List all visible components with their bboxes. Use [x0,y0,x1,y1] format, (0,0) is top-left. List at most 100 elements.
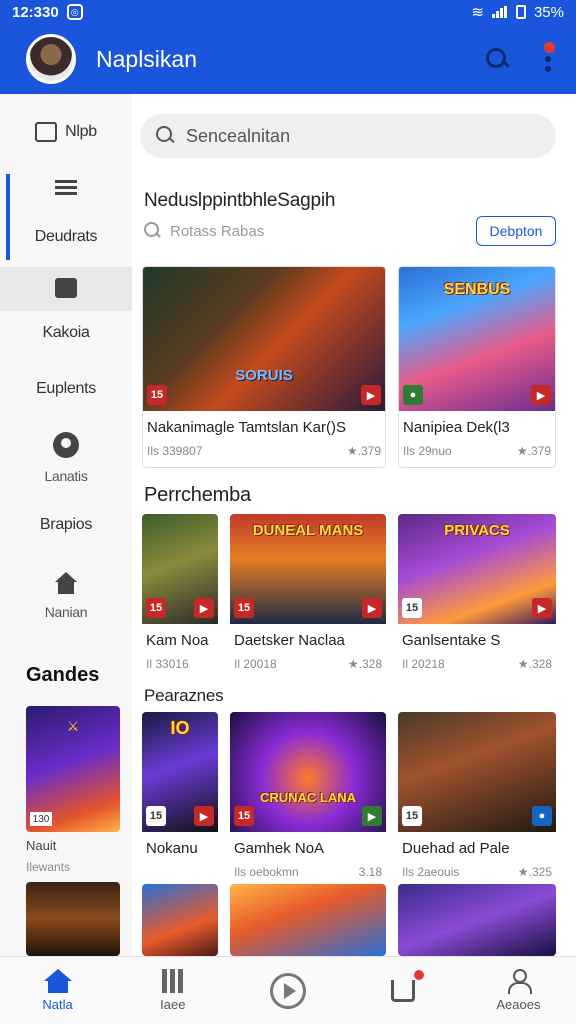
list-icon [55,180,77,198]
sidebar-game-name: Nauit [26,838,57,853]
rating-badge-icon: 15 [234,598,254,618]
app-bar: Naplsikan [0,24,576,94]
game-art: PRIVACS 15 ▶ [398,514,556,624]
platform-badge-icon: ▶ [362,598,382,618]
game-card[interactable]: 15 ▶ Kam Noa Il 33016 [142,514,218,682]
wifi-icon: ≋ [471,4,484,21]
game-downloads: Ils 29nuo [403,444,452,458]
nav-label: Aeaoes [496,997,541,1012]
featured-card[interactable]: SENBUS ● ▶ Nanipiea Dek(l3 Ils 29nuo ★.3… [398,266,556,468]
featured-subsearch[interactable]: Rotass Rabas [144,222,264,240]
platform-badge-icon: ▶ [194,598,214,618]
sidebar-item-lanatis[interactable]: Lanatis [0,432,132,484]
platform-badge-icon: ● [532,806,552,826]
game-meta: Ils 2aeouis ★.325 [402,865,552,879]
detail-button[interactable]: Debpton [476,216,556,246]
notification-dot-icon [544,42,555,53]
game-card[interactable]: 15 ● Duehad ad Pale Ils 2aeouis ★.325 [398,712,556,890]
game-card[interactable]: DUNEAL MANS 15 ▶ Daetsker Naclaa Il 2001… [230,514,386,682]
game-name: Duehad ad Pale [402,840,510,857]
account-icon [506,969,533,994]
game-card[interactable]: IO 15 ▶ Nokanu [142,712,218,880]
game-card[interactable]: PRIVACS 15 ▶ Ganlsentake S Il 20218 ★.32… [398,514,556,682]
sidebar-item-label: Euplents [36,380,96,397]
game-art: SORUIS 15 ▶ [143,267,385,411]
search-icon[interactable] [484,46,510,72]
platform-badge-icon: ▶ [532,598,552,618]
sidebar-item-label: Brapios [39,516,93,533]
game-art-title: ⚔ [66,718,80,734]
game-art-title: DUNEAL MANS [252,522,364,539]
game-rating: ★.379 [516,444,551,458]
game-meta: Ils 339807 ★.379 [147,444,381,458]
sidebar-item-nanian[interactable]: Nanian [0,572,132,620]
sidebar-item-brapios[interactable]: Brapios [0,510,132,534]
dashboard-icon [35,122,58,142]
game-card[interactable]: CRUNAC LANA 15 ▶ Gamhek NoA Ils oebokmn … [230,712,386,890]
game-name: Nakanimagle Tamtslan Kar()S [147,419,346,436]
game-card[interactable] [398,884,556,956]
nav-cart[interactable] [346,957,461,1024]
search-icon [156,126,176,146]
rating-badge-icon: 15 [146,598,166,618]
game-name: Daetsker Naclaa [234,632,345,649]
nav-play[interactable] [230,957,345,1024]
game-art-title: CRUNAC LANA [259,790,357,805]
nav-home[interactable]: Natla [0,957,115,1024]
game-downloads: Il 33016 [146,657,189,671]
game-art: IO 15 ▶ [142,712,218,832]
game-art-title: SENBUS [443,281,511,298]
game-art: 15 ▶ [142,514,218,624]
avatar[interactable] [26,34,76,84]
platform-badge-icon: ▶ [362,806,382,826]
sidebar-game-card-2[interactable] [26,882,120,956]
search-placeholder: Sencealnitan [186,125,291,146]
library-icon [161,969,184,993]
status-bar: 12:330 ◎ ≋ 35% [0,0,576,24]
rating-badge-icon: 15 [234,806,254,826]
game-meta: Il 20018 ★.328 [234,657,382,671]
game-card[interactable] [230,884,386,956]
game-name: Nokanu [146,840,198,857]
cart-icon [391,969,425,1002]
main-content: Sencealnitan NeduslppintbhleSagpih Rotas… [132,94,576,956]
featured-card[interactable]: SORUIS 15 ▶ Nakanimagle Tamtslan Kar()S … [142,266,386,468]
sidebar-item-selected[interactable] [0,278,132,298]
game-name: Kam Noa [146,632,209,649]
sidebar-game-meta: Ilewants [26,860,71,874]
game-downloads: Ils oebokmn [234,865,299,879]
sidebar-item-nlpb[interactable]: Nlpb [0,122,132,142]
game-downloads: Il 20018 [234,657,277,671]
game-card[interactable] [142,884,218,956]
search-input[interactable]: Sencealnitan [140,114,556,158]
app-title: Naplsikan [96,45,197,72]
featured-section-title: NeduslppintbhleSagpih [144,190,336,211]
sidebar-item-deudrats[interactable]: Deudrats [0,180,132,246]
game-meta: Il 20218 ★.328 [402,657,552,671]
game-rating: 3.18 [358,865,382,879]
game-rating: ★.328 [347,657,382,671]
sidebar-item-label: Lanatis [44,468,88,484]
more-vert-icon[interactable] [540,42,556,74]
platform-badge-icon: ▶ [361,385,381,405]
game-art-title: PRIVACS [444,522,510,539]
sidebar-item-euplents[interactable]: Euplents [0,374,132,398]
sidebar-item-label: Deudrats [34,228,98,245]
battery-icon [515,5,526,19]
game-art: SENBUS ● ▶ [399,267,555,411]
nav-library[interactable]: Iaee [115,957,230,1024]
platform-badge-icon: ▶ [531,385,551,405]
app-notification-icon: ◎ [66,4,83,20]
game-name: Nanipiea Dek(l3 [403,419,510,436]
sidebar-item-label: Kakoia [42,324,90,341]
sidebar-item-kakoia[interactable]: Kakoia [0,318,132,342]
game-downloads: Ils 2aeouis [402,865,460,879]
game-rating: ★.328 [517,657,552,671]
rating-badge-icon: 15 [402,598,422,618]
platform-badge-icon: ▶ [194,806,214,826]
section-title: Perrchemba [144,484,251,506]
nav-account[interactable]: Aeaoes [461,957,576,1024]
rating-badge-icon: 15 [147,385,167,405]
sidebar-game-card[interactable]: ⚔ 130 [26,706,120,832]
game-art: CRUNAC LANA 15 ▶ [230,712,386,832]
